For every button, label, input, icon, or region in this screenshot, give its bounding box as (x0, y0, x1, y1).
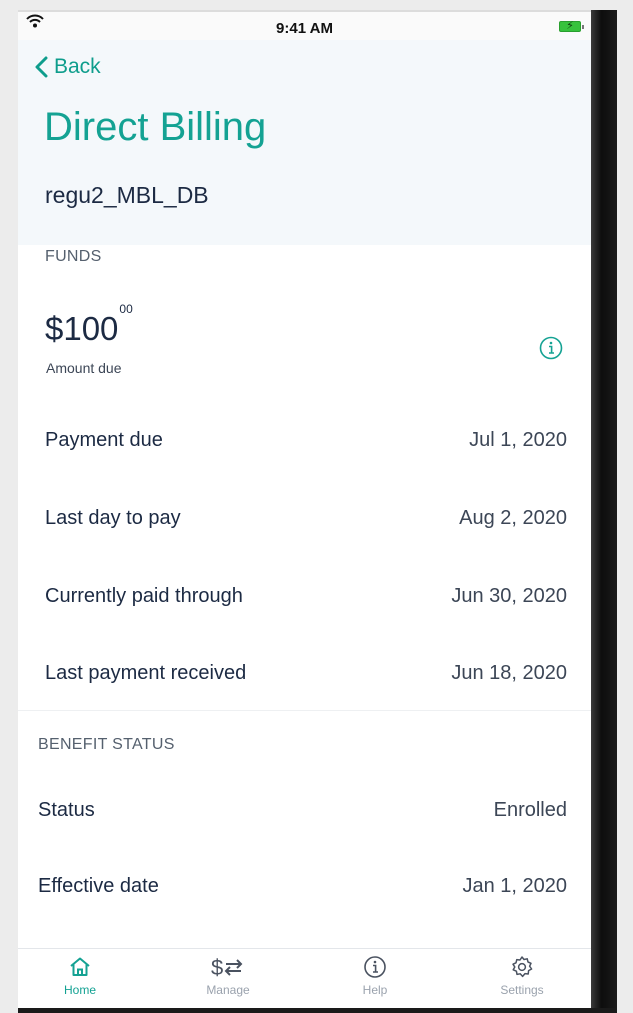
benefit-section-label: BENEFIT STATUS (38, 736, 175, 753)
row-value: Enrolled (493, 798, 567, 821)
gear-icon (512, 956, 533, 978)
chevron-left-icon (35, 56, 48, 78)
device-shadow-bottom (18, 1008, 617, 1013)
amount-due-label: Amount due (46, 360, 122, 376)
tab-label: Settings (500, 983, 544, 997)
amount-cents: 00 (119, 302, 133, 316)
account-name: regu2_MBL_DB (45, 182, 209, 208)
row-value: Jan 1, 2020 (462, 874, 567, 897)
back-button[interactable]: Back (34, 52, 101, 82)
amount-dollars: $100 (45, 310, 119, 347)
tab-label: Manage (206, 983, 250, 997)
dollar-transfer-icon: $ (211, 955, 243, 979)
back-label: Back (54, 55, 101, 78)
effective-date-row: Effective date Jan 1, 2020 (38, 871, 567, 901)
row-label: Payment due (45, 428, 163, 451)
row-value: Jun 30, 2020 (451, 584, 567, 607)
row-label: Last payment received (45, 661, 247, 684)
tab-bar: Home $ Manage Help Settings (18, 948, 591, 1010)
funds-card (18, 290, 591, 710)
tab-manage[interactable]: $ Manage (178, 955, 278, 1010)
tab-help[interactable]: Help (325, 955, 425, 1010)
row-value: Jul 1, 2020 (469, 428, 567, 451)
last-payment-row: Last payment received Jun 18, 2020 (45, 658, 567, 688)
row-label: Effective date (38, 874, 159, 897)
tab-label: Help (362, 983, 388, 997)
home-icon (70, 957, 90, 976)
row-value: Aug 2, 2020 (459, 506, 567, 529)
row-label: Last day to pay (45, 506, 181, 529)
svg-text:$: $ (211, 955, 223, 979)
page-title: Direct Billing (44, 105, 267, 149)
status-time: 9:41 AM (276, 20, 333, 37)
status-bar: 9:41 AM ⚡ (18, 10, 591, 40)
tab-home[interactable]: Home (30, 955, 130, 1010)
row-value: Jun 18, 2020 (451, 661, 567, 684)
row-label: Currently paid through (45, 584, 243, 607)
payment-due-row: Payment due Jul 1, 2020 (45, 425, 567, 455)
info-icon (364, 956, 386, 978)
row-label: Status (38, 798, 95, 821)
info-icon[interactable] (539, 336, 563, 360)
amount-due-value: $10000 (45, 302, 133, 348)
tab-settings[interactable]: Settings (472, 955, 572, 1010)
last-day-to-pay-row: Last day to pay Aug 2, 2020 (45, 503, 567, 533)
funds-section-label: FUNDS (45, 248, 102, 265)
tab-label: Home (63, 983, 96, 997)
phone-screen: 9:41 AM ⚡ Back Direct Billing regu2_MBL_… (18, 10, 591, 1010)
status-row: Status Enrolled (38, 795, 567, 825)
battery-icon: ⚡ (559, 20, 584, 32)
paid-through-row: Currently paid through Jun 30, 2020 (45, 581, 567, 611)
device-shadow (591, 10, 617, 1010)
